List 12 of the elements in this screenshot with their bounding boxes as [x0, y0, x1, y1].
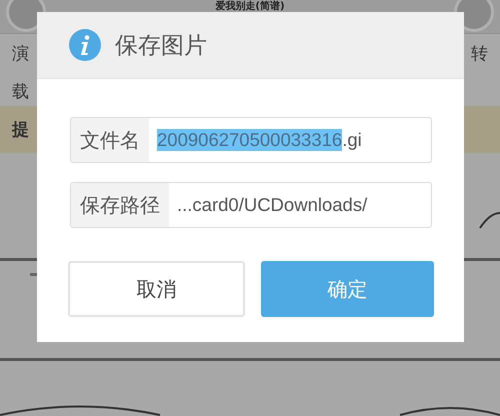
cancel-button[interactable]: 取消: [68, 261, 245, 317]
input-field[interactable]: 保存路径 ...card0/UCDownloads/: [70, 182, 432, 228]
field-label: 保存路径: [71, 183, 169, 227]
page-title: 爱我别走(简谱): [215, 1, 285, 12]
repost-label: 载: [12, 81, 29, 104]
input-field[interactable]: 文件名 200906270500033316.gi: [70, 117, 432, 163]
tip-label: 提: [12, 119, 29, 141]
singer-label: 演: [12, 43, 29, 66]
repost-label: 转: [471, 43, 488, 66]
dialog-title: 保存图片: [115, 32, 207, 60]
field-label: 文件名: [71, 118, 149, 162]
info-icon: [69, 29, 101, 61]
